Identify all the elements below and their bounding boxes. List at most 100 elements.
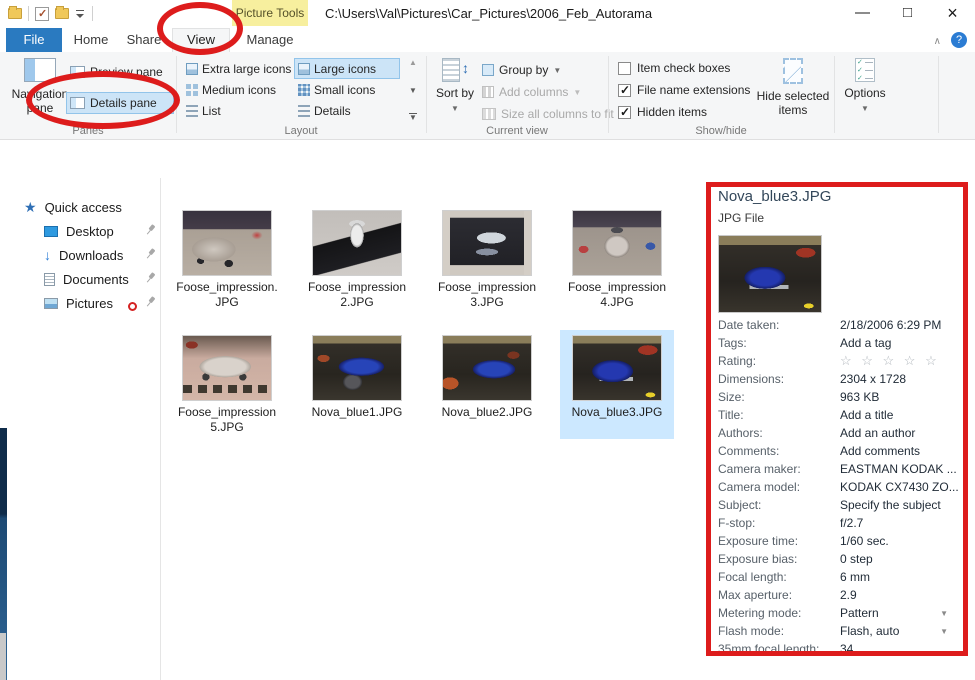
layout-item-extra-large-icons[interactable]: Extra large icons <box>182 58 294 79</box>
layout-item-details[interactable]: Details <box>294 100 400 121</box>
metadata-value[interactable]: 1/60 sec. <box>840 534 889 548</box>
pin-icon <box>142 222 159 239</box>
dropdown-arrow-icon[interactable]: ▼ <box>940 609 950 618</box>
tab-view[interactable]: View <box>172 28 230 52</box>
metadata-value[interactable]: 0 step <box>840 552 873 566</box>
metadata-value[interactable]: Specify the subject <box>840 498 941 512</box>
metadata-value[interactable]: Add an author <box>840 426 915 440</box>
file-tile[interactable]: Foose_impression2.JPG <box>292 205 422 314</box>
file-name-label: Foose_impression3.JPG <box>436 280 538 310</box>
small-icons-icon <box>298 84 310 96</box>
layout-more-icon[interactable]: ▼ <box>409 113 417 122</box>
file-tile[interactable]: Foose_impression.JPG <box>162 205 292 314</box>
file-tile[interactable]: Nova_blue1.JPG <box>292 330 422 439</box>
sidebar-item-documents[interactable]: Documents <box>44 268 129 290</box>
checkbox-hidden-items[interactable]: Hidden items <box>618 104 707 120</box>
metadata-value[interactable]: 6 mm <box>840 570 870 584</box>
file-tile-box[interactable]: Foose_impression4.JPG <box>560 205 674 314</box>
preview-pane-button[interactable]: Preview pane <box>70 62 172 82</box>
file-thumbnail <box>572 335 662 401</box>
details-pane-button[interactable]: Details pane <box>66 92 174 114</box>
minimize-button[interactable]: — <box>840 0 885 28</box>
customize-toolbar-arrow-icon[interactable] <box>75 8 86 20</box>
unchecked-checkbox-icon[interactable] <box>618 62 631 75</box>
tab-home[interactable]: Home <box>66 28 116 52</box>
sort-by-button[interactable]: Sort by ▼ <box>434 58 476 132</box>
maximize-button[interactable]: □ <box>885 0 930 28</box>
size-all-columns-button[interactable]: Size all columns to fit <box>482 104 614 124</box>
file-tile-box[interactable]: Foose_impression3.JPG <box>430 205 544 314</box>
file-tile[interactable]: Nova_blue2.JPG <box>422 330 552 439</box>
quick-access-label: Quick access <box>45 200 122 215</box>
help-icon[interactable]: ? <box>951 32 967 48</box>
window-title-path: C:\Users\Val\Pictures\Car_Pictures\2006_… <box>325 6 652 21</box>
file-tile[interactable]: Foose_impression4.JPG <box>552 205 682 314</box>
details-icons-icon <box>298 105 310 117</box>
checkbox-item-check-boxes[interactable]: Item check boxes <box>618 60 730 76</box>
metadata-value[interactable]: EASTMAN KODAK ... <box>840 462 957 476</box>
tab-manage[interactable]: Manage <box>236 28 304 52</box>
metadata-value[interactable]: Add comments <box>840 444 920 458</box>
group-separator <box>176 56 177 133</box>
close-button[interactable]: × <box>930 0 975 28</box>
metadata-value[interactable]: Add a tag <box>840 336 891 350</box>
scroll-up-icon[interactable]: ▲ <box>409 58 417 67</box>
file-grid-row: Foose_impression5.JPGNova_blue1.JPGNova_… <box>162 330 682 439</box>
picture-tools-contextual-tab[interactable]: Picture Tools <box>232 0 308 26</box>
metadata-label: Subject: <box>718 498 840 512</box>
metadata-value[interactable]: Pattern <box>840 606 879 620</box>
metadata-value[interactable]: 2/18/2006 6:29 PM <box>840 318 941 332</box>
layout-item-list[interactable]: List <box>182 100 294 121</box>
scroll-down-icon[interactable]: ▼ <box>409 86 417 95</box>
file-tile-box[interactable]: Nova_blue2.JPG <box>430 330 544 439</box>
file-name-label: Foose_impression2.JPG <box>306 280 408 310</box>
file-tile[interactable]: Foose_impression3.JPG <box>422 205 552 314</box>
metadata-value[interactable]: f/2.7 <box>840 516 863 530</box>
metadata-value[interactable]: 2.9 <box>840 588 857 602</box>
details-pane-icon <box>70 97 85 109</box>
sidebar-item-pictures[interactable]: Pictures <box>44 292 113 314</box>
metadata-value[interactable]: KODAK CX7430 ZO... <box>840 480 959 494</box>
sidebar-item-downloads[interactable]: ↓Downloads <box>44 244 123 266</box>
checked-checkbox-icon[interactable] <box>618 106 631 119</box>
dropdown-arrow-icon[interactable]: ▼ <box>940 627 950 636</box>
add-columns-button[interactable]: Add columns ▼ <box>482 82 581 102</box>
options-button[interactable]: Options ▼ <box>840 58 890 132</box>
layout-item-small-icons[interactable]: Small icons <box>294 79 400 100</box>
sidebar-item-quick-access[interactable]: ★ Quick access <box>24 196 122 218</box>
layout-item-large-icons[interactable]: Large icons <box>294 58 400 79</box>
file-tile[interactable]: Nova_blue3.JPG <box>552 330 682 439</box>
rating-stars[interactable]: ☆ ☆ ☆ ☆ ☆ <box>840 353 940 369</box>
metadata-label: Tags: <box>718 336 840 350</box>
metadata-value[interactable]: Flash, auto <box>840 624 899 638</box>
file-tile-box[interactable]: Foose_impression5.JPG <box>170 330 284 439</box>
tab-file[interactable]: File <box>6 28 62 52</box>
explorer-folder-icon[interactable] <box>8 8 22 19</box>
layout-item-medium-icons[interactable]: Medium icons <box>182 79 294 100</box>
metadata-value[interactable]: 34 <box>840 642 853 656</box>
collapse-ribbon-chevron-icon[interactable]: ∧ <box>934 36 941 47</box>
metadata-row: Focal length:6 mm <box>718 568 950 586</box>
checked-checkbox-icon[interactable] <box>618 84 631 97</box>
file-tile-box[interactable]: Foose_impression.JPG <box>170 205 284 314</box>
file-thumbnail <box>182 210 272 276</box>
hide-selected-items-button[interactable]: Hide selected items <box>752 58 834 132</box>
metadata-row: Date taken:2/18/2006 6:29 PM <box>718 316 950 334</box>
file-tile[interactable]: Foose_impression5.JPG <box>162 330 292 439</box>
metadata-row: Dimensions:2304 x 1728 <box>718 370 950 388</box>
tab-share[interactable]: Share <box>118 28 170 52</box>
metadata-value[interactable]: 2304 x 1728 <box>840 372 906 386</box>
file-tile-box[interactable]: Nova_blue1.JPG <box>300 330 414 439</box>
navigation-pane-button[interactable]: Navigation pane <box>10 58 70 132</box>
metadata-value[interactable]: 963 KB <box>840 390 879 404</box>
group-by-button[interactable]: Group by ▼ <box>482 60 561 80</box>
sidebar-item-desktop[interactable]: Desktop <box>44 220 114 242</box>
file-tile-box[interactable]: Foose_impression2.JPG <box>300 205 414 314</box>
metadata-value[interactable]: Add a title <box>840 408 893 422</box>
new-folder-icon[interactable] <box>55 8 69 19</box>
file-tile-selected[interactable]: Nova_blue3.JPG <box>560 330 674 439</box>
checkbox-file-name-extensions[interactable]: File name extensions <box>618 82 750 98</box>
properties-icon[interactable] <box>35 7 49 21</box>
metadata-label: Rating: <box>718 354 840 368</box>
layout-scrollbar[interactable]: ▲ ▼ ▼ <box>406 58 420 122</box>
